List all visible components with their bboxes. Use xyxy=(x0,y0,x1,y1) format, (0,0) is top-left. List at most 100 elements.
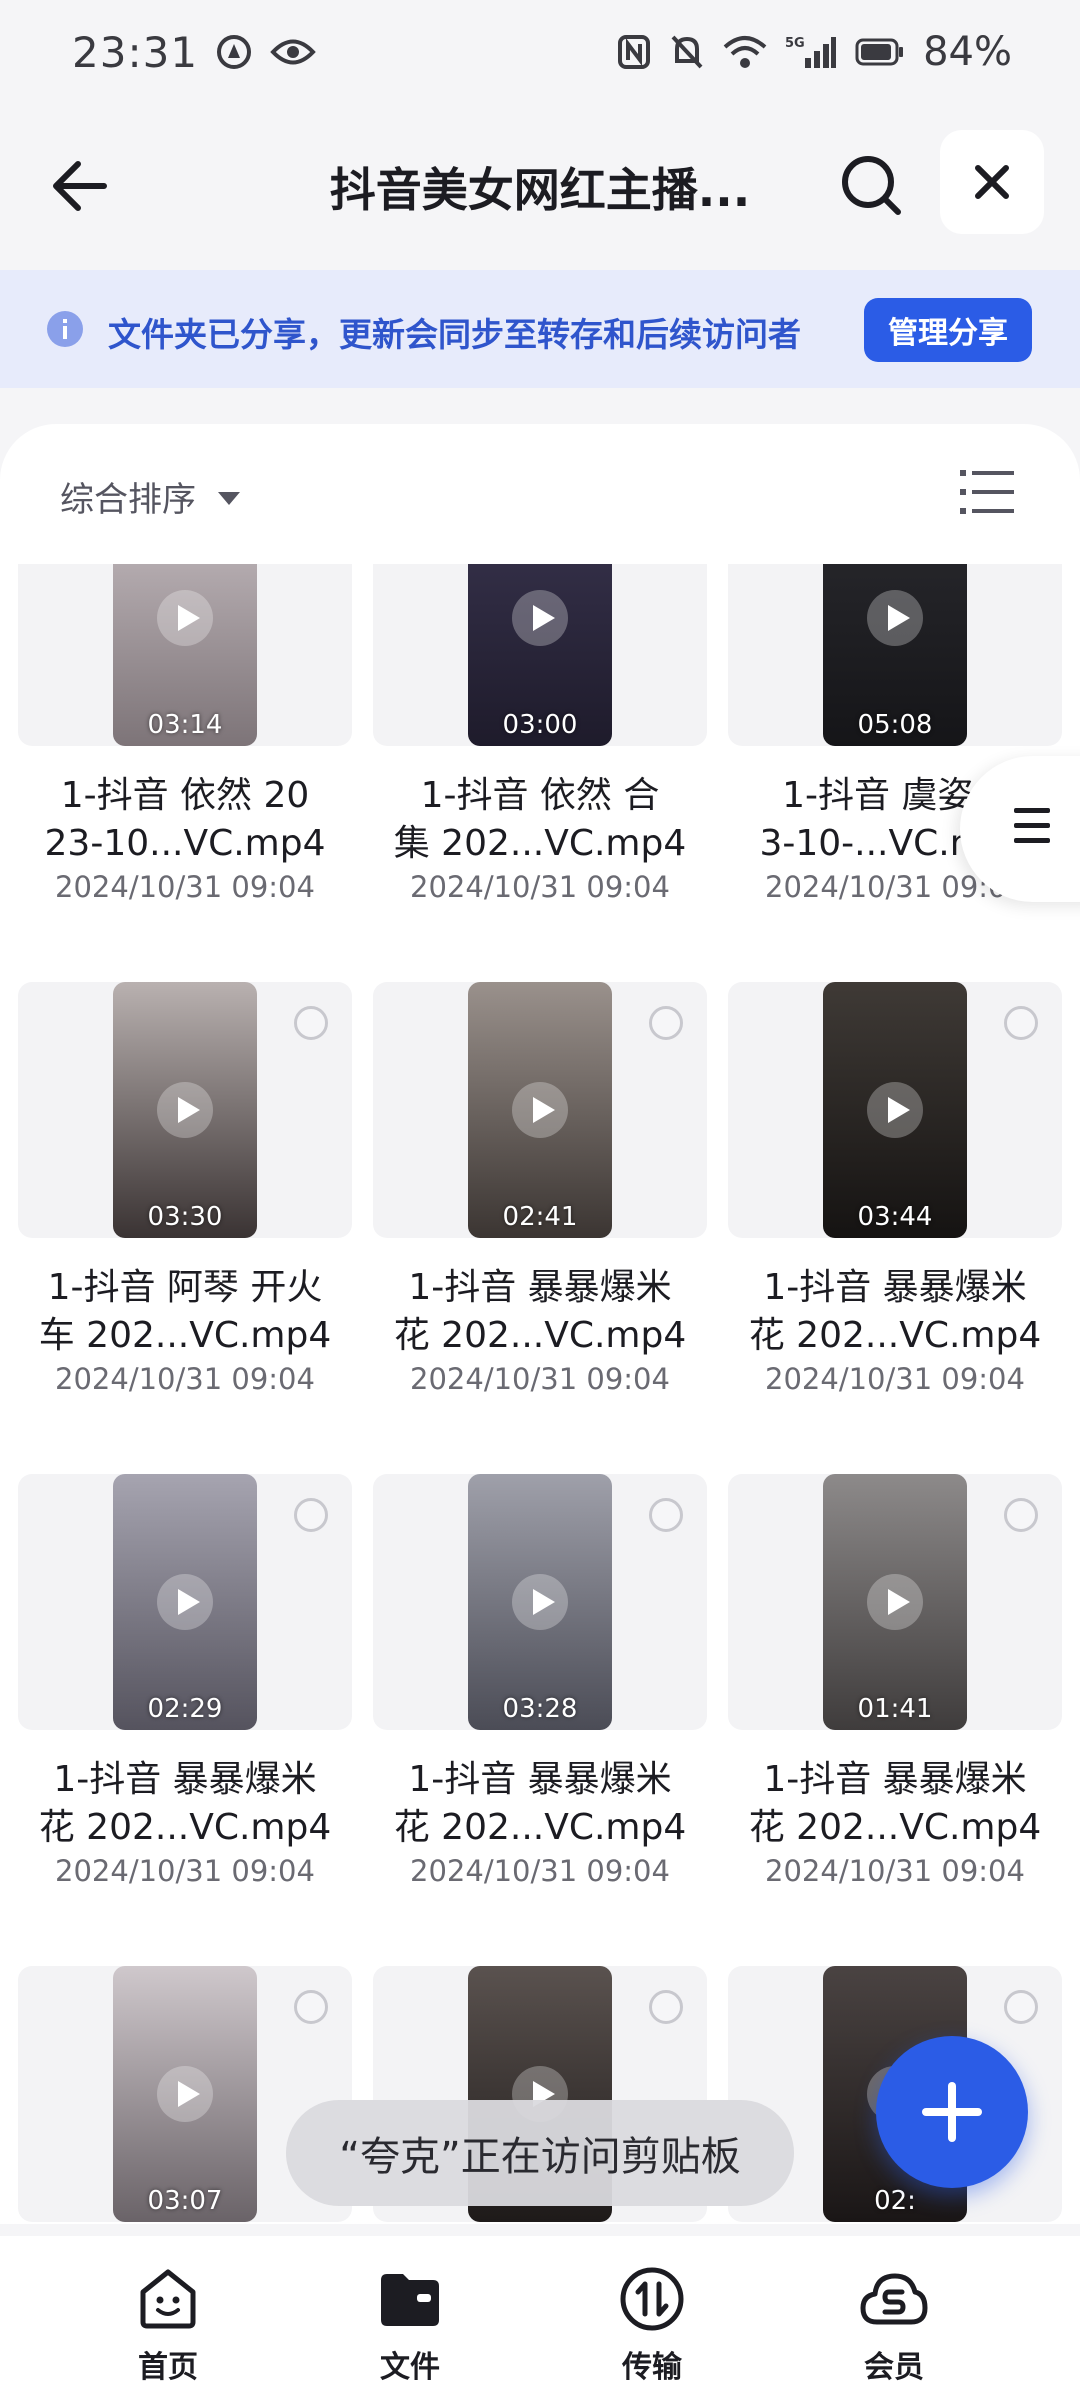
battery-icon xyxy=(855,37,905,67)
video-thumbnail[interactable]: 01:41 xyxy=(823,1474,967,1730)
file-card[interactable]: 03:44 1-抖音 暴暴爆米 花 202...VC.mp4 2024/10/31 … xyxy=(728,982,1062,1472)
video-thumbnail[interactable]: 03:30 xyxy=(113,982,257,1238)
video-duration: 03:44 xyxy=(857,1202,933,1232)
file-date: 2024/10/31 09:04 xyxy=(410,1362,670,1396)
video-duration: 02:29 xyxy=(147,1694,223,1724)
video-duration: 03:07 xyxy=(147,2186,223,2216)
vpn-badge-icon xyxy=(216,34,252,70)
file-name: 1-抖音 暴暴爆米 花 202...VC.mp4 xyxy=(748,1267,1042,1356)
video-duration: 01:41 xyxy=(857,1694,933,1724)
file-card[interactable]: 02:41 1-抖音 暴暴爆米 花 202...VC.mp4 2024/10/31 … xyxy=(373,982,707,1472)
play-icon xyxy=(867,1082,923,1138)
cellular-signal-icon: 5G xyxy=(785,34,837,70)
select-checkbox[interactable] xyxy=(649,1990,683,2024)
video-duration: 03:00 xyxy=(502,710,578,740)
add-button[interactable] xyxy=(876,2036,1028,2188)
close-button[interactable] xyxy=(940,130,1044,234)
select-checkbox[interactable] xyxy=(294,1498,328,1532)
video-thumbnail[interactable]: 03:44 xyxy=(823,982,967,1238)
file-card[interactable]: 02:29 1-抖音 暴暴爆米 花 202...VC.mp4 2024/10/31 … xyxy=(18,1474,352,1964)
file-card[interactable]: 03:14 1-抖音 依然 20 23-10...VC.mp4 2024/10/31… xyxy=(18,564,352,980)
video-thumbnail[interactable]: 02:41 xyxy=(468,982,612,1238)
battery-percent: 84% xyxy=(923,29,1012,75)
file-name: 1-抖音 依然 20 23-10...VC.mp4 xyxy=(44,775,326,864)
video-duration: 02: xyxy=(874,2186,916,2216)
header: 抖音美女网红主播... xyxy=(0,120,1080,250)
video-thumbnail[interactable]: 03:00 xyxy=(468,564,612,746)
home-face-icon xyxy=(140,2269,196,2329)
status-time: 23:31 xyxy=(72,27,199,77)
file-name: 1-抖音 暴暴爆米 花 202...VC.mp4 xyxy=(393,1759,687,1848)
file-date: 2024/10/31 09:04 xyxy=(55,1362,315,1396)
caret-down-icon xyxy=(218,492,240,505)
sort-label: 综合排序 xyxy=(60,480,196,520)
select-checkbox[interactable] xyxy=(1004,1498,1038,1532)
file-name: 1-抖音 暴暴爆米 花 202...VC.mp4 xyxy=(38,1759,332,1848)
list-view-icon xyxy=(960,470,1014,514)
select-checkbox[interactable] xyxy=(1004,1990,1038,2024)
file-card[interactable]: 03:07 xyxy=(18,1966,352,2236)
sort-dropdown[interactable]: 综合排序 xyxy=(60,472,240,521)
video-thumbnail[interactable]: 02:29 xyxy=(113,1474,257,1730)
folder-icon xyxy=(381,2274,439,2326)
nav-files[interactable]: 文件 xyxy=(330,2264,490,2386)
list-view-toggle[interactable] xyxy=(958,466,1016,518)
file-card[interactable]: 03:28 1-抖音 暴暴爆米 花 202...VC.mp4 2024/10/31 … xyxy=(373,1474,707,1964)
share-notice-text: 文件夹已分享，更新会同步至转存和后续访问者 xyxy=(108,315,801,354)
nav-home[interactable]: 首页 xyxy=(88,2264,248,2386)
file-card[interactable]: 03:30 1-抖音 阿琴 开火 车 202...VC.mp4 2024/10/31… xyxy=(18,982,352,1472)
nfc-icon xyxy=(617,34,651,70)
wifi-icon xyxy=(723,35,767,69)
nav-membership[interactable]: 会员 xyxy=(814,2264,974,2386)
video-thumbnail[interactable]: 05:08 xyxy=(823,564,967,746)
search-button[interactable] xyxy=(832,146,912,226)
search-icon xyxy=(842,156,901,215)
transfer-icon xyxy=(620,2267,684,2331)
page-title: 抖音美女网红主播... xyxy=(329,163,751,217)
clipboard-toast: “夸克”正在访问剪贴板 xyxy=(286,2100,794,2206)
file-card[interactable]: 03:00 1-抖音 依然 合 集 202...VC.mp4 2024/10/31 … xyxy=(373,564,707,980)
play-icon xyxy=(157,590,213,646)
file-name: 1-抖音 暴暴爆米 花 202...VC.mp4 xyxy=(748,1759,1042,1848)
file-date: 2024/10/31 09:04 xyxy=(765,1362,1025,1396)
video-duration: 03:30 xyxy=(147,1202,223,1232)
file-name: 1-抖音 暴暴爆米 花 202...VC.mp4 xyxy=(393,1267,687,1356)
nav-transfer[interactable]: 传输 xyxy=(572,2264,732,2386)
video-thumbnail[interactable]: 03:14 xyxy=(113,564,257,746)
file-date: 2024/10/31 09:04 xyxy=(410,1854,670,1888)
file-grid-viewport: 03:14 1-抖音 依然 20 23-10...VC.mp4 2024/10/31… xyxy=(0,564,1080,2236)
video-duration: 02:41 xyxy=(502,1202,578,1232)
select-checkbox[interactable] xyxy=(649,1498,683,1532)
manage-share-button[interactable]: 管理分享 xyxy=(864,298,1032,362)
file-name: 1-抖音 阿琴 开火 车 202...VC.mp4 xyxy=(38,1267,332,1356)
play-icon xyxy=(512,1574,568,1630)
video-duration: 03:14 xyxy=(147,710,223,740)
play-icon xyxy=(512,590,568,646)
nav-home-label: 首页 xyxy=(138,2350,198,2385)
select-checkbox[interactable] xyxy=(1004,1006,1038,1040)
select-checkbox[interactable] xyxy=(294,1006,328,1040)
play-icon xyxy=(867,1574,923,1630)
file-name: 1-抖音 依然 合 集 202...VC.mp4 xyxy=(393,775,687,864)
nav-membership-label: 会员 xyxy=(864,2350,924,2385)
video-thumbnail[interactable]: 03:28 xyxy=(468,1474,612,1730)
eye-icon xyxy=(270,37,316,67)
status-bar: 23:31 5G 84% xyxy=(0,0,1080,104)
video-thumbnail[interactable]: 03:07 xyxy=(113,1966,257,2222)
video-duration: 03:28 xyxy=(502,1694,578,1724)
nav-files-label: 文件 xyxy=(380,2350,440,2385)
select-checkbox[interactable] xyxy=(649,1006,683,1040)
share-banner: 文件夹已分享，更新会同步至转存和后续访问者 管理分享 xyxy=(0,270,1080,388)
membership-cloud-icon xyxy=(860,2273,928,2325)
play-icon xyxy=(157,2066,213,2122)
play-icon xyxy=(157,1082,213,1138)
nav-transfer-label: 传输 xyxy=(622,2350,682,2385)
select-checkbox[interactable] xyxy=(294,1990,328,2024)
menu-icon xyxy=(1014,808,1050,843)
video-duration: 05:08 xyxy=(857,710,933,740)
file-card[interactable]: 01:41 1-抖音 暴暴爆米 花 202...VC.mp4 2024/10/31 … xyxy=(728,1474,1062,1964)
bell-muted-icon xyxy=(669,33,705,71)
play-icon xyxy=(867,590,923,646)
play-icon xyxy=(157,1574,213,1630)
play-icon xyxy=(512,1082,568,1138)
